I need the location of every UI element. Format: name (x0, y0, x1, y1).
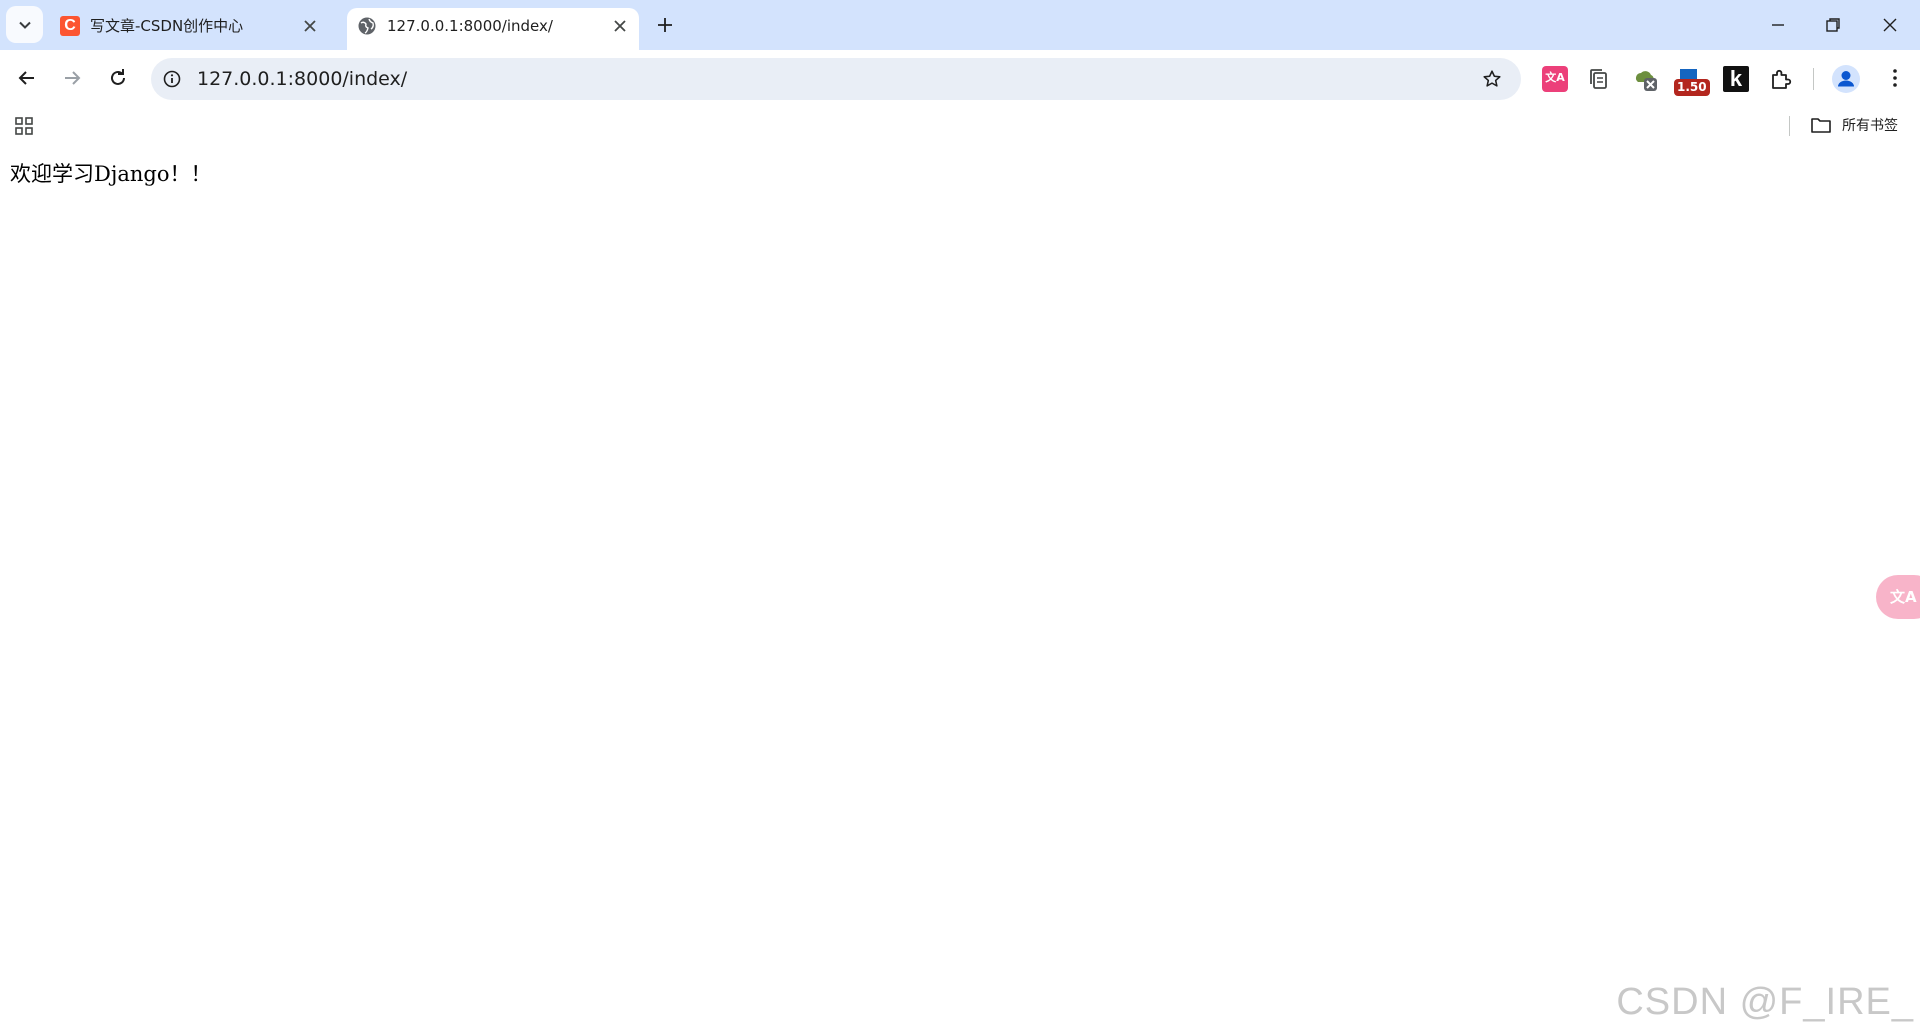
watermark: CSDN @F_IRE_ (1616, 981, 1914, 1023)
more-menu-icon[interactable] (1883, 66, 1907, 90)
csdn-favicon-icon: C (60, 16, 80, 36)
close-icon[interactable] (300, 16, 320, 36)
reload-icon[interactable] (106, 66, 130, 90)
globe-icon (358, 17, 376, 35)
bookmarks-divider (1789, 116, 1790, 136)
tab-strip: C 写文章-CSDN创作中心 127.0.0.1:8000/index/ (0, 0, 1920, 50)
info-icon[interactable] (162, 69, 182, 89)
minimize-icon[interactable] (1766, 13, 1790, 37)
close-window-icon[interactable] (1878, 13, 1902, 37)
chevron-down-icon (19, 21, 31, 29)
close-icon[interactable] (610, 16, 630, 36)
all-bookmarks-label: 所有书签 (1842, 118, 1898, 134)
toolbar: 文A 1.50 k (0, 50, 1920, 107)
profile-avatar[interactable] (1832, 65, 1860, 93)
tab-csdn[interactable]: C 写文章-CSDN创作中心 (50, 8, 342, 50)
extensions-puzzle-icon[interactable] (1768, 66, 1794, 92)
browser-window: C 写文章-CSDN创作中心 127.0.0.1:8000/index/ 127… (0, 0, 1920, 1030)
page-heading: 欢迎学习Django！！ (10, 162, 212, 186)
address-bar[interactable] (151, 58, 1521, 100)
translate-extension-icon[interactable]: 文A (1542, 66, 1568, 92)
url-input[interactable] (197, 67, 1397, 91)
speed-badge: 1.50 (1674, 79, 1710, 96)
folder-icon (1811, 118, 1831, 133)
restore-icon[interactable] (1821, 13, 1845, 37)
new-tab-plus-icon[interactable] (653, 13, 677, 37)
apps-grid-icon[interactable] (14, 116, 34, 136)
toolbar-divider (1813, 68, 1814, 90)
k-extension-icon[interactable]: k (1723, 66, 1749, 92)
forward-arrow-icon[interactable] (60, 66, 84, 90)
tab-localhost[interactable]: 127.0.0.1:8000/index/ (347, 8, 639, 50)
floating-translate-button[interactable]: 文A (1876, 575, 1920, 619)
bookmark-star-icon[interactable] (1481, 68, 1503, 90)
cloud-extension-icon[interactable] (1633, 66, 1659, 92)
tab-search-button[interactable] (6, 6, 43, 43)
bookmarks-bar: 所有书签 (0, 107, 1920, 143)
tab-title: 127.0.0.1:8000/index/ (387, 17, 553, 35)
back-arrow-icon[interactable] (15, 66, 39, 90)
tab-title: 写文章-CSDN创作中心 (90, 17, 244, 35)
page-content: 欢迎学习Django！！ 文A CSDN @F_IRE_ (0, 143, 1920, 1030)
person-icon (1838, 71, 1854, 87)
copy-extension-icon[interactable] (1586, 66, 1612, 92)
